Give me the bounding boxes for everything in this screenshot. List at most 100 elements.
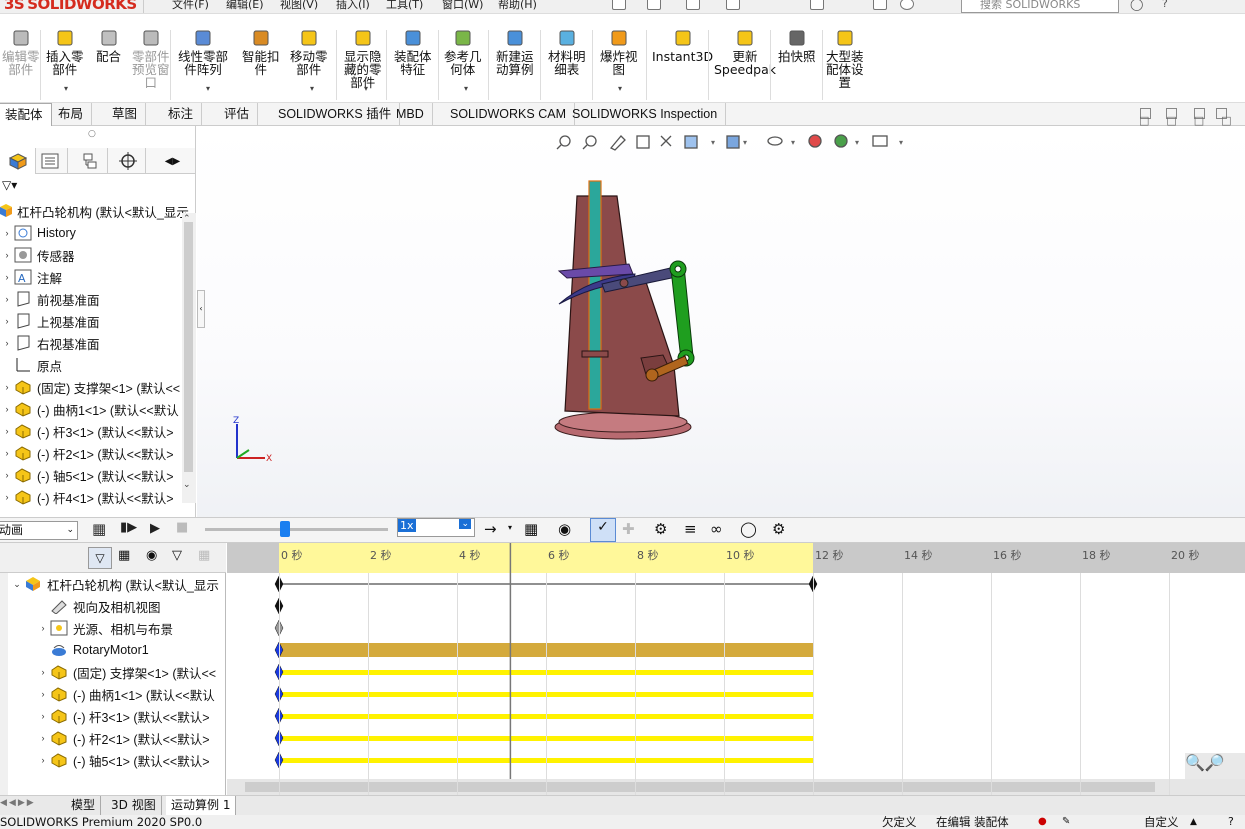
expand-arrow-icon[interactable]: › — [0, 426, 14, 436]
ribbon-button-13[interactable]: Instant3D — [652, 28, 713, 63]
dropdown-caret-icon[interactable]: ▾ — [310, 84, 314, 93]
zoom-out-icon[interactable]: 🔎 — [1205, 753, 1225, 772]
tab-1[interactable]: 布局 — [50, 103, 93, 126]
feature-tree-tab[interactable] — [0, 148, 36, 174]
apply-scene-icon[interactable] — [834, 134, 848, 148]
tree-item-part[interactable]: › (-) 轴5<1> (默认<<默认> — [0, 464, 174, 486]
motion-row-motor[interactable]: RotaryMotor1 — [36, 639, 149, 661]
tree-scroll-thumb[interactable] — [184, 222, 193, 472]
display-style-icon[interactable] — [726, 135, 740, 149]
tree-item-plane[interactable]: › 上视基准面 — [0, 310, 100, 332]
bottom-tab-0[interactable]: 模型 — [66, 796, 102, 815]
tree-item-plane[interactable]: › 右视基准面 — [0, 332, 100, 354]
gravity-icon[interactable]: ◯ — [740, 520, 757, 538]
tree-item-part[interactable]: › (-) 杆2<1> (默认<<默认> — [0, 442, 174, 464]
search-input[interactable]: 搜索 SOLIDWORKS — [961, 0, 1119, 13]
menu-item[interactable]: 窗口(W) — [442, 0, 483, 12]
calculate-icon[interactable]: ▦ — [92, 520, 106, 538]
solidworks-logo[interactable]: 3S SOLIDWORKS — [4, 0, 137, 13]
status-help-icon[interactable]: ? — [1228, 815, 1234, 829]
motion-row-camera[interactable]: 视向及相机视图 — [36, 595, 161, 617]
stop-icon[interactable]: ■ — [176, 520, 188, 535]
playback-slider[interactable] — [205, 528, 388, 531]
filter-driving-icon[interactable]: ▦ — [118, 548, 130, 563]
expand-arrow-icon[interactable]: › — [0, 228, 14, 238]
filter-icon[interactable]: ▽▾ — [2, 178, 17, 192]
add-key-icon[interactable]: ✚ — [622, 520, 635, 538]
zoom-to-fit-icon[interactable] — [559, 135, 571, 147]
tree-item-sensor[interactable]: › 传感器 — [0, 244, 75, 266]
hide-show-icon[interactable] — [767, 136, 783, 146]
expand-arrow-icon[interactable]: › — [0, 272, 14, 282]
tree-item-part[interactable]: › (固定) 支撑架<1> (默认<< — [0, 376, 180, 398]
expand-arrow-icon[interactable]: › — [36, 689, 50, 699]
config-manager-tab[interactable] — [72, 148, 108, 174]
menu-item[interactable]: 帮助(H) — [498, 0, 537, 12]
ribbon-button-5[interactable]: 智能扣 件 — [242, 28, 280, 76]
zoom-area-icon[interactable] — [585, 135, 597, 147]
dropdown-caret-icon[interactable]: ▾ — [618, 84, 622, 93]
tab-5[interactable]: SOLIDWORKS 插件 — [270, 103, 401, 126]
filter-animated-icon[interactable]: ▽ — [88, 547, 112, 569]
ribbon-button-1[interactable]: 插入零 部件 — [46, 28, 84, 76]
ribbon-button-12[interactable]: 爆炸视 图 — [600, 28, 638, 76]
save-animation-icon[interactable]: ▦ — [524, 520, 538, 538]
tab-0[interactable]: 装配体 — [0, 103, 52, 126]
expand-arrow-icon[interactable]: › — [0, 492, 14, 502]
expand-arrow-icon[interactable]: › — [0, 404, 14, 414]
mechanism-model[interactable]: Z X — [197, 126, 1245, 542]
collapse-arrow-icon[interactable]: ⌄ — [10, 579, 24, 590]
motion-row-part[interactable]: › (-) 轴5<1> (默认<<默认> — [36, 749, 210, 771]
motion-row-light[interactable]: › 光源、相机与布景 — [36, 617, 173, 639]
study-properties-icon[interactable]: ⚙ — [772, 520, 785, 538]
property-manager-tab[interactable] — [32, 148, 68, 174]
expand-arrow-icon[interactable]: › — [0, 470, 14, 480]
motion-tree-root[interactable]: ⌄ 杠杆凸轮机构 (默认<默认_显示 — [10, 573, 219, 595]
ribbon-button-2[interactable]: 配合 — [96, 28, 121, 63]
motion-timeline[interactable]: 🔍🔎 0 秒 2 秒 4 秒 6 秒 8 秒 10 秒 12 秒 14 秒 16 秒 18 秒 20… — [227, 543, 1245, 795]
motion-row-part[interactable]: › (-) 杆3<1> (默认<<默认> — [36, 705, 210, 727]
menu-item[interactable]: 文件(F) — [172, 0, 209, 12]
status-units[interactable]: 自定义 — [1144, 815, 1179, 829]
options-gear-icon[interactable] — [900, 0, 914, 10]
ribbon-button-6[interactable]: 移动零 部件 — [290, 28, 328, 76]
menu-item[interactable]: 编辑(E) — [226, 0, 264, 12]
filter-selected-icon[interactable]: ◉ — [146, 548, 157, 563]
tab-3[interactable]: 标注 — [160, 103, 203, 126]
expand-arrow-icon[interactable]: › — [36, 623, 50, 633]
expand-arrow-icon[interactable]: › — [0, 294, 14, 304]
dropdown-caret-icon[interactable]: ▾ — [464, 84, 468, 93]
expand-arrow-icon[interactable]: › — [0, 316, 14, 326]
study-type-select[interactable]: 动画 ⌄ — [0, 521, 78, 540]
play-icon[interactable]: ▶ — [150, 521, 160, 536]
menu-item[interactable]: 插入(I) — [336, 0, 370, 12]
play-from-start-icon[interactable]: ▮▶ — [120, 520, 137, 535]
expand-arrow-icon[interactable]: › — [36, 667, 50, 677]
tree-item-annot[interactable]: › A 注解 — [0, 266, 62, 288]
tree-item-history[interactable]: › History — [0, 222, 76, 244]
playback-slider-thumb[interactable] — [280, 521, 290, 537]
dimxpert-tab[interactable] — [110, 148, 146, 174]
motion-row-part[interactable]: › (固定) 支撑架<1> (默认<< — [36, 661, 216, 683]
panel-tab-scroll[interactable]: ◀▶ — [150, 148, 196, 174]
ribbon-button-10[interactable]: 新建运 动算例 — [496, 28, 534, 76]
spring-icon[interactable]: ≡ — [684, 520, 697, 538]
tab-4[interactable]: 评估 — [216, 103, 259, 126]
file-properties-icon[interactable] — [873, 0, 887, 10]
bottom-tab-1[interactable]: 3D 视图 — [106, 796, 162, 815]
open-file-icon[interactable] — [647, 0, 661, 10]
section-view-icon[interactable] — [636, 135, 650, 149]
menu-item[interactable]: 工具(T) — [386, 0, 423, 12]
ribbon-button-7[interactable]: 显示隐 藏的零 部件 — [344, 28, 382, 89]
user-icon[interactable]: ◯ — [1130, 0, 1143, 11]
scroll-up-icon[interactable]: ⌃ — [183, 214, 191, 224]
autokey-icon[interactable]: ✓ — [590, 518, 616, 542]
tab-scroll-arrows[interactable]: ◀◀▶▶ — [0, 798, 36, 808]
graphics-viewport[interactable]: ‹ □□□□ Z X — [197, 114, 1245, 542]
expand-arrow-icon[interactable]: › — [36, 711, 50, 721]
print-icon[interactable] — [726, 0, 740, 10]
ribbon-button-8[interactable]: 装配体 特征 — [394, 28, 432, 76]
tree-item-plane[interactable]: › 前视基准面 — [0, 288, 100, 310]
contact-icon[interactable]: ∞ — [710, 520, 723, 538]
playback-speed-select[interactable]: 1x ⌄ — [397, 518, 475, 537]
